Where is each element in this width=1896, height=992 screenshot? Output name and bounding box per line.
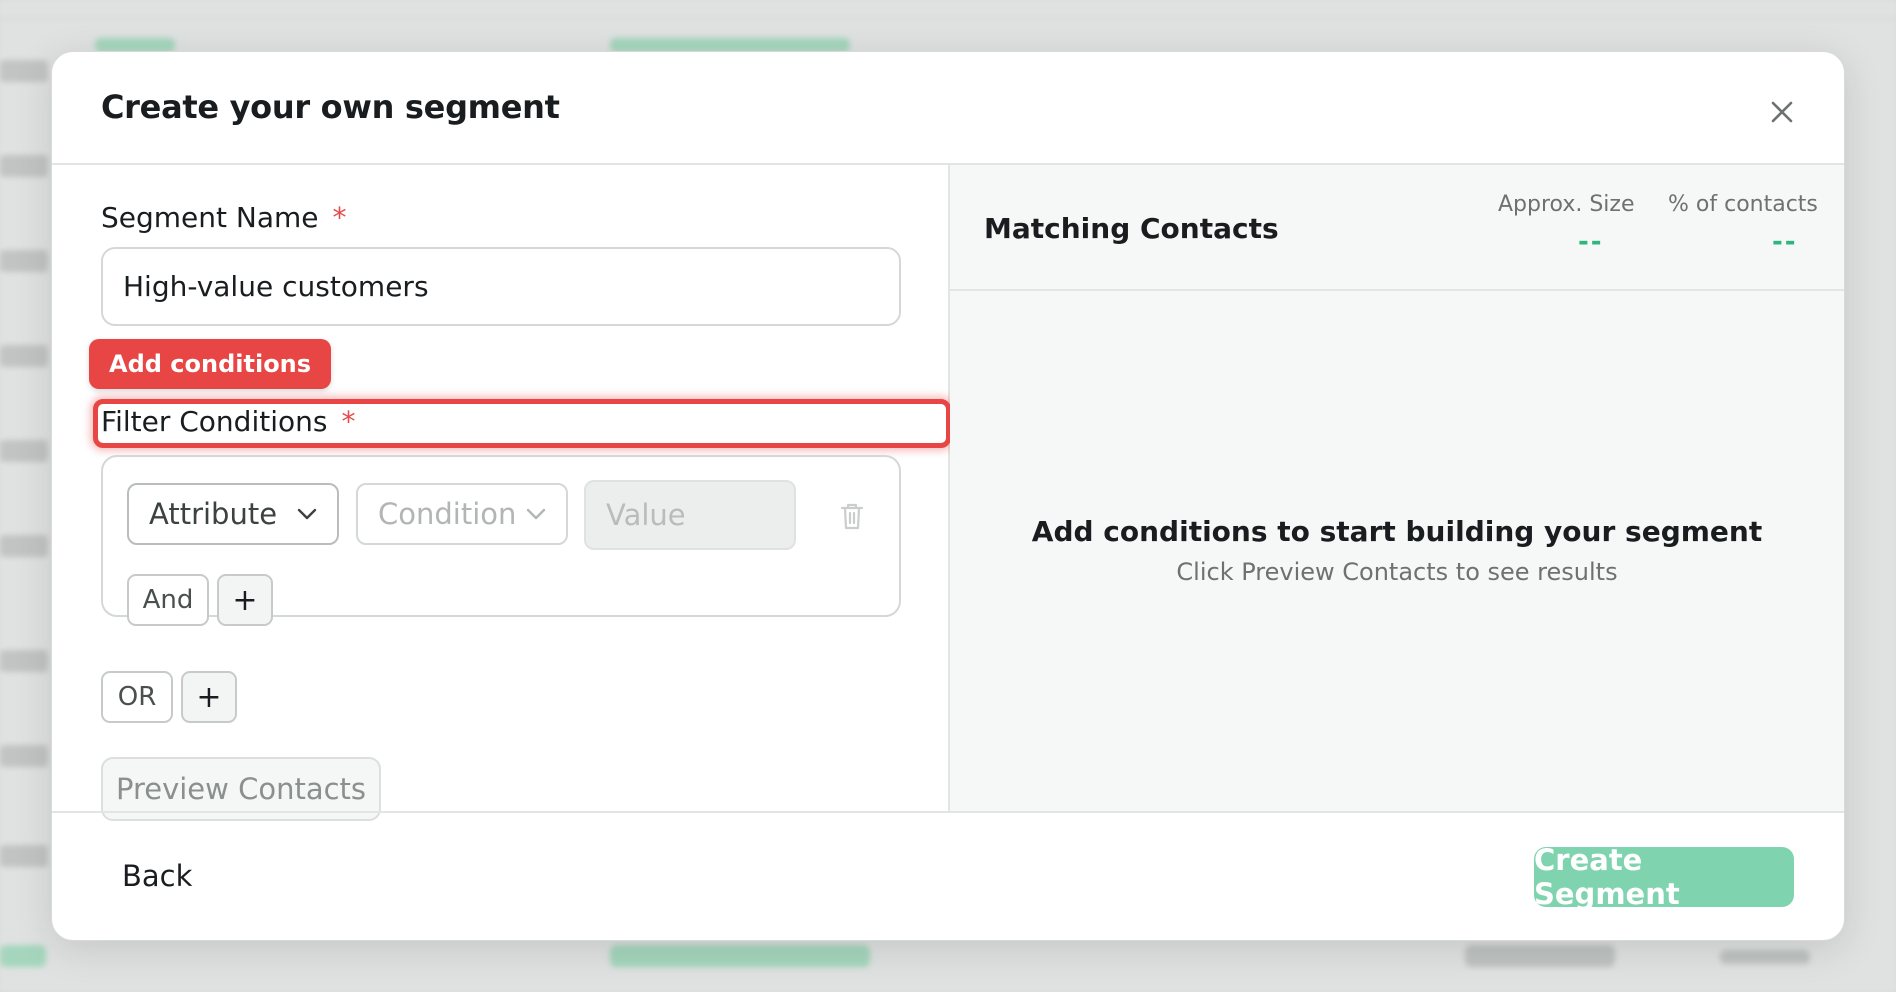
- dialog-footer: Back Create Segment: [52, 811, 1844, 940]
- percent-of-contacts-label: % of contacts: [1668, 192, 1818, 217]
- back-button[interactable]: Back: [122, 859, 192, 893]
- dialog-header: Create your own segment: [52, 52, 1844, 165]
- segment-name-label: Segment Name *: [101, 201, 347, 234]
- add-and-condition-button[interactable]: +: [217, 574, 273, 626]
- condition-select-label: Condition: [378, 497, 517, 531]
- condition-select[interactable]: Condition: [356, 483, 568, 545]
- and-button[interactable]: And: [127, 574, 209, 626]
- matching-contacts-panel: Matching Contacts Approx. Size -- % of c…: [950, 165, 1844, 811]
- attribute-select[interactable]: Attribute: [127, 483, 339, 545]
- percent-of-contacts-value: --: [1772, 227, 1798, 257]
- segment-form-panel: Segment Name* Add conditions Filter Cond…: [52, 165, 951, 821]
- dialog-title: Create your own segment: [101, 88, 560, 126]
- close-icon[interactable]: [1768, 98, 1796, 126]
- value-placeholder: Value: [606, 498, 686, 532]
- create-segment-button[interactable]: Create Segment: [1534, 843, 1794, 911]
- attribute-select-label: Attribute: [149, 497, 278, 531]
- create-segment-dialog: Create your own segment Segment Name* Ad…: [51, 51, 1845, 941]
- segment-name-input[interactable]: [101, 247, 901, 326]
- add-or-group-button[interactable]: +: [181, 671, 237, 723]
- chevron-down-icon: [526, 508, 546, 520]
- add-conditions-tooltip: Add conditions: [89, 339, 332, 389]
- condition-group: Attribute Condition Value And +: [101, 455, 901, 626]
- empty-state-subtitle: Click Preview Contacts to see results: [1176, 558, 1618, 586]
- required-marker: *: [332, 201, 347, 234]
- required-marker: *: [341, 405, 356, 438]
- filter-conditions-label: Filter Conditions *: [101, 405, 356, 438]
- approx-size-value: --: [1578, 227, 1604, 257]
- trash-icon[interactable]: [839, 501, 865, 531]
- empty-state-title: Add conditions to start building your se…: [1031, 515, 1763, 548]
- matching-contacts-header: Matching Contacts Approx. Size -- % of c…: [950, 165, 1844, 291]
- value-input[interactable]: Value: [584, 480, 796, 550]
- chevron-down-icon: [297, 508, 317, 520]
- approx-size-label: Approx. Size: [1498, 192, 1635, 217]
- matching-contacts-title: Matching Contacts: [984, 212, 1279, 245]
- dialog-body: Segment Name* Add conditions Filter Cond…: [52, 165, 1844, 821]
- or-button[interactable]: OR: [101, 671, 173, 723]
